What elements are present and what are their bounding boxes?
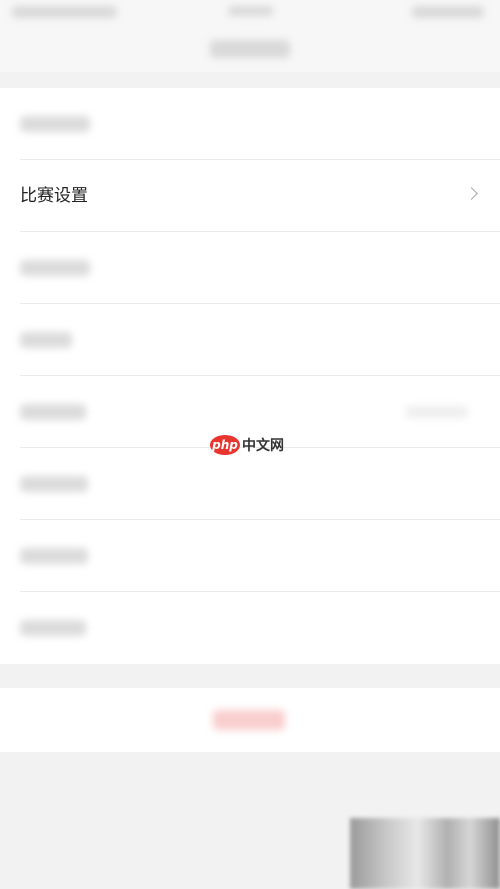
list-item-8[interactable] [20,592,500,664]
action-button[interactable] [0,688,500,752]
status-bar [0,0,500,28]
screen: 比赛设置 php 中文网 [0,0,500,889]
status-right-blurred [412,6,484,18]
status-left-blurred [12,6,117,18]
list-item-label-blurred [20,332,72,348]
list-item-label-blurred [20,476,88,492]
php-logo: php [210,435,240,455]
list-item-label-blurred [20,116,90,132]
list-item-6[interactable] [20,448,500,520]
list-item-label: 比赛设置 [20,186,88,206]
status-time-blurred [228,6,273,16]
list-item-3[interactable] [20,232,500,304]
list-item-value-blurred [406,406,468,418]
watermark: php 中文网 [210,434,284,456]
list-item-label-blurred [20,404,86,420]
list-item-4[interactable] [20,304,500,376]
settings-list: 比赛设置 [0,88,500,664]
chevron-right-icon [465,187,478,200]
list-item-match-settings[interactable]: 比赛设置 [20,160,500,232]
action-button-label-blurred [213,710,285,730]
nav-title-blurred [210,40,290,58]
list-item-label-blurred [20,260,90,276]
watermark-text: 中文网 [242,438,284,454]
list-item-label-blurred [20,548,88,564]
corner-thumbnail [350,818,500,889]
list-item-7[interactable] [20,520,500,592]
list-item-label-blurred [20,620,86,636]
nav-bar [0,28,500,72]
list-item-1[interactable] [20,88,500,160]
